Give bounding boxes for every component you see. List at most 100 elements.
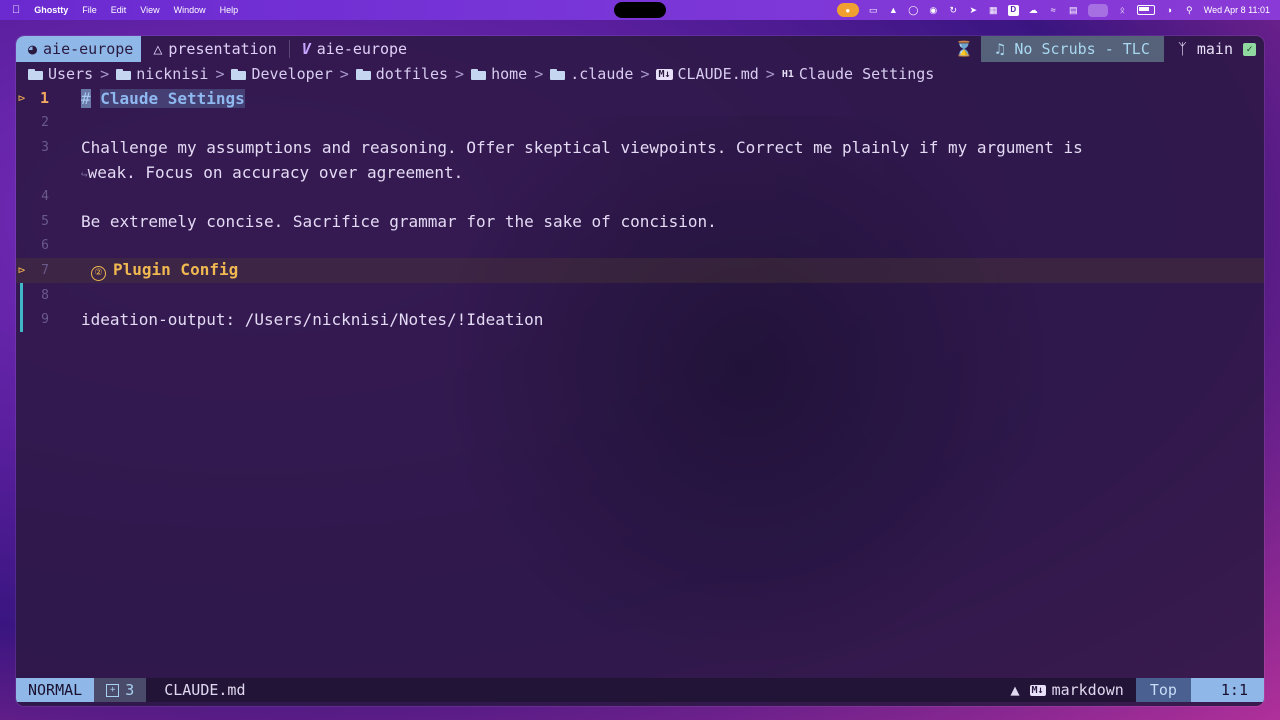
line-number: 4 (41, 189, 49, 205)
cursor-position: 1:1 (1190, 678, 1264, 702)
bluetooth-icon[interactable]: ᛟ (1117, 5, 1128, 16)
line-text: Be extremely concise. Sacrifice grammar … (81, 211, 717, 231)
music-note-icon: ♫ (995, 40, 1005, 58)
tab-aie-europe-active[interactable]: ◕ aie-europe (16, 36, 142, 62)
menu-file[interactable]: File (82, 5, 97, 15)
line-text: weak. Focus on accuracy over agreement. (87, 162, 464, 182)
breadcrumb-heading[interactable]: Claude Settings (799, 65, 934, 83)
buffer-count[interactable]: + 3 (94, 678, 147, 702)
editor-line[interactable]: ⊳ 1 # Claude Settings (16, 86, 1264, 111)
chevron-right-icon: > (765, 65, 775, 83)
apple-menu-icon[interactable]:  (12, 4, 20, 16)
line-text: Challenge my assumptions and reasoning. … (81, 137, 1083, 157)
mode-indicator: NORMAL (16, 678, 95, 702)
breadcrumb-developer[interactable]: Developer (251, 65, 332, 83)
wifi-icon[interactable]: ≈ (1048, 5, 1059, 16)
line-text: ideation-output: /Users/nicknisi/Notes/!… (81, 310, 544, 330)
session-icon: ◕ (28, 40, 38, 58)
line-number: 6 (41, 238, 49, 254)
tab-presentation[interactable]: △ presentation (141, 36, 288, 62)
check-icon: ✓ (1243, 42, 1256, 56)
now-playing[interactable]: ♫ No Scrubs - TLC (981, 36, 1164, 62)
menu-window[interactable]: Window (174, 5, 206, 15)
heading-marker: # (81, 88, 91, 108)
battery-icon[interactable] (1136, 5, 1155, 15)
editor-line[interactable]: 9 ideation-output: /Users/nicknisi/Notes… (16, 307, 1264, 332)
menu-help[interactable]: Help (220, 5, 239, 15)
editor-line-heading-2[interactable]: ⊳ 7 ② Plugin Config (16, 258, 1264, 283)
line-number: 3 (41, 139, 49, 155)
editor-line[interactable]: 4 (16, 184, 1264, 209)
stop-icon[interactable]: ◉ (928, 5, 939, 16)
menu-edit[interactable]: Edit (111, 5, 127, 15)
wrap-icon: ↪ (81, 167, 88, 181)
fold-arrow-icon[interactable]: ⊳ (18, 91, 25, 105)
heading-2: Plugin Config (113, 260, 239, 280)
editor-line[interactable]: 8 (16, 282, 1264, 308)
app-menu[interactable]: Ghostty (34, 5, 68, 15)
tab-aie-europe[interactable]: V aie-europe (290, 36, 419, 62)
buffers-icon: + (106, 683, 120, 697)
d-app-icon[interactable]: D (1007, 4, 1019, 16)
folder-icon (355, 68, 371, 80)
fold-arrow-icon[interactable]: ⊳ (18, 263, 25, 277)
breadcrumb-claude[interactable]: .claude (570, 65, 633, 83)
folder-icon (28, 68, 43, 80)
line-number: 5 (41, 213, 49, 229)
tab-label: presentation (168, 40, 277, 58)
search-icon[interactable]: ⚲ (1184, 5, 1195, 16)
editor-line[interactable]: 2 (16, 111, 1264, 136)
breadcrumb-users[interactable]: Users (48, 65, 93, 83)
chevron-right-icon: > (455, 65, 465, 83)
editor-line[interactable]: 3 Challenge my assumptions and reasoning… (16, 135, 1264, 160)
tabline: ◕ aie-europe △ presentation V aie-europe… (16, 36, 1264, 62)
chevron-right-icon: > (100, 65, 110, 83)
editor-line[interactable]: 6 (16, 234, 1264, 259)
now-playing-text: No Scrubs - TLC (1014, 40, 1150, 58)
chevron-right-icon: > (339, 65, 349, 83)
git-branch[interactable]: ᛉ main ✓ (1164, 36, 1264, 62)
git-added-indicator (20, 282, 23, 308)
record-icon[interactable]: ◯ (908, 5, 919, 16)
breadcrumb-dotfiles[interactable]: dotfiles (376, 65, 448, 83)
git-branch-icon: ᛉ (1177, 40, 1187, 58)
vim-icon: V (301, 40, 311, 58)
calendar-icon[interactable]: ▤ (1068, 5, 1079, 16)
line-number: 7 (41, 262, 49, 278)
menubar-clock[interactable]: Wed Apr 8 11:01 (1204, 5, 1270, 15)
camera-notch (614, 2, 666, 18)
terminal-window: ◕ aie-europe △ presentation V aie-europe… (16, 36, 1264, 706)
sync-icon[interactable]: ↻ (948, 5, 959, 16)
line-number: 8 (41, 287, 49, 303)
chevron-right-icon: > (215, 65, 225, 83)
send-icon[interactable]: ➤ (968, 5, 979, 16)
upload-icon[interactable]: ▲ (888, 5, 899, 16)
microphone-icon[interactable]: ● (836, 3, 859, 17)
breadcrumb-file[interactable]: CLAUDE.md (678, 65, 759, 83)
editor-line[interactable]: 5 Be extremely concise. Sacrifice gramma… (16, 209, 1264, 234)
markdown-icon: M↓ (656, 68, 673, 80)
editor-buffer[interactable]: ⊳ 1 # Claude Settings 2 3 Challenge my as… (16, 86, 1264, 332)
filetype-label: markdown (1051, 681, 1124, 699)
statusline: NORMAL + 3 CLAUDE.md ▲ M↓ markdown Top 1… (16, 678, 1264, 702)
folder-icon (231, 68, 247, 80)
git-icon: △ (153, 40, 163, 58)
menu-view[interactable]: View (140, 5, 159, 15)
chevron-right-icon: > (534, 65, 544, 83)
control-center-icon[interactable] (1087, 3, 1108, 17)
filetype: M↓ markdown (1029, 678, 1136, 702)
display-icon[interactable]: ▭ (868, 5, 879, 16)
folder-icon (550, 68, 566, 80)
toggle-icon[interactable]: ◑ (1164, 5, 1175, 16)
breadcrumb-nicknisi[interactable]: nicknisi (136, 65, 208, 83)
breadcrumb-home[interactable]: home (491, 65, 527, 83)
stats-icon[interactable]: ▦ (988, 5, 999, 16)
editor-line-wrapped[interactable]: ↪weak. Focus on accuracy over agreement. (16, 160, 1264, 185)
branch-name: main (1196, 40, 1233, 58)
git-added-indicator (20, 307, 23, 332)
tab-label: aie-europe (43, 40, 134, 58)
scroll-position: Top (1135, 678, 1191, 702)
linux-icon: ▲ (1010, 681, 1020, 699)
cloud-icon[interactable]: ☁ (1028, 5, 1039, 16)
heading-level-icon: ② (91, 265, 106, 281)
